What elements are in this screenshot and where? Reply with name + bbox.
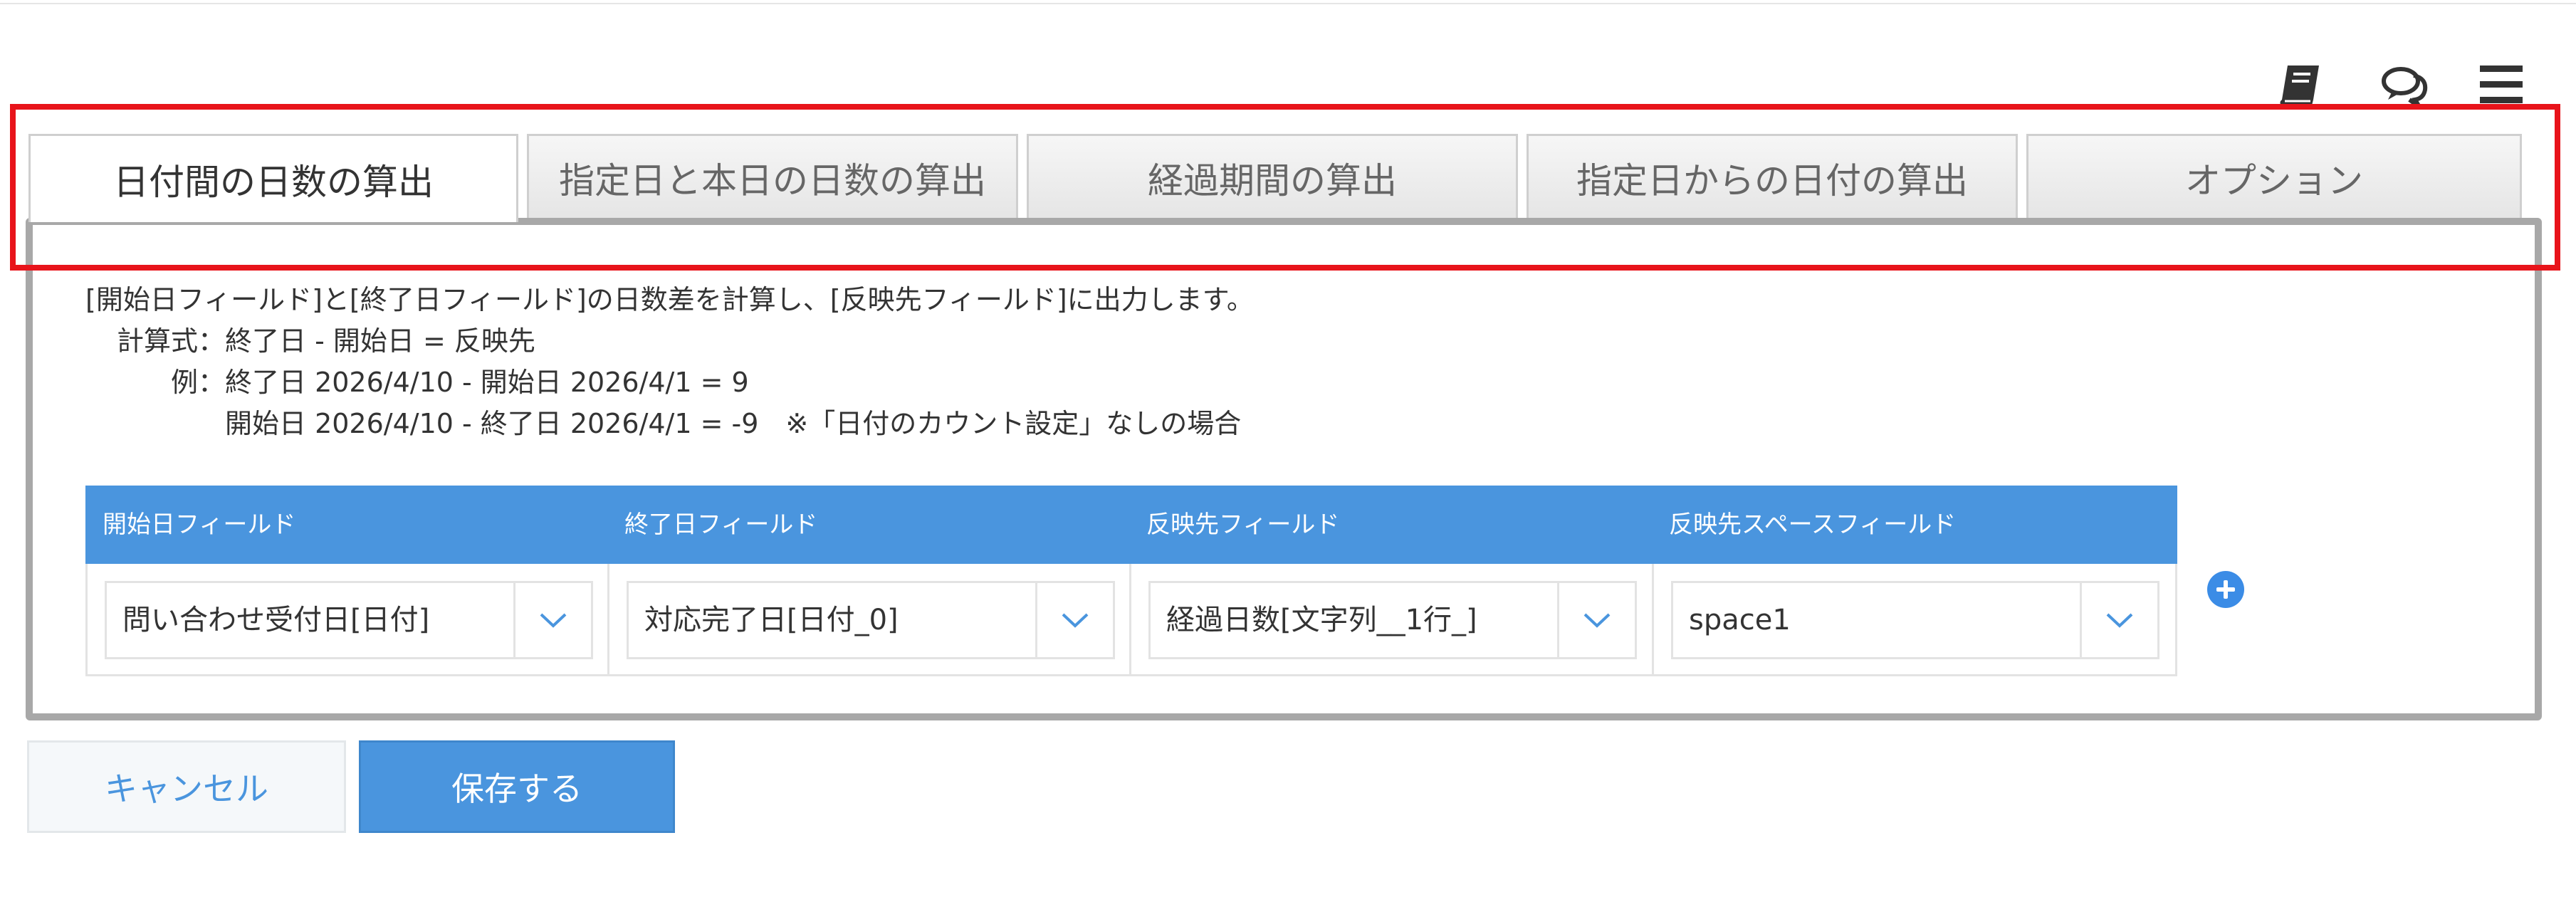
description: [開始日フィールド]と[終了日フィールド]の日数差を計算し、[反映先フィールド]… xyxy=(85,279,1254,444)
example-row-1: 例： 終了日 2026/4/10 - 開始日 2026/4/1 = 9 xyxy=(85,362,1254,403)
table-row: 問い合わせ受付日[日付] 対応完了日[日付_0] 経過日数[文字列__1行_] xyxy=(85,564,2177,676)
cell-target: 経過日数[文字列__1行_] xyxy=(1131,564,1654,674)
chevron-down-icon xyxy=(2106,613,2133,628)
header-target-space-field: 反映先スペースフィールド xyxy=(1669,510,1957,539)
select-divider xyxy=(513,583,515,657)
tab-bar: 日付間の日数の算出 指定日と本日の日数の算出 経過期間の算出 指定日からの日付の… xyxy=(28,134,2539,222)
example-label: 例： xyxy=(170,367,225,398)
tab-date-from-specified-date[interactable]: 指定日からの日付の算出 xyxy=(1527,134,2018,219)
menu-icon[interactable] xyxy=(2476,58,2528,111)
example-row-2: 開始日 2026/4/10 - 終了日 2026/4/1 = -9 ※「日付のカ… xyxy=(85,403,1254,444)
cancel-button[interactable]: キャンセル xyxy=(27,740,346,833)
end-date-field-value: 対応完了日[日付_0] xyxy=(644,604,899,636)
chevron-down-icon xyxy=(1062,613,1089,628)
cell-end-date: 対応完了日[日付_0] xyxy=(609,564,1131,674)
start-date-field-value: 問い合わせ受付日[日付] xyxy=(122,604,430,636)
start-date-field-select[interactable]: 問い合わせ受付日[日付] xyxy=(105,581,593,659)
tab-days-between-dates[interactable]: 日付間の日数の算出 xyxy=(28,134,518,222)
select-divider xyxy=(2080,583,2082,657)
tab-elapsed-period[interactable]: 経過期間の算出 xyxy=(1027,134,1518,219)
chevron-down-icon xyxy=(1583,613,1611,628)
header-start-date-field: 開始日フィールド xyxy=(103,510,296,539)
save-button[interactable]: 保存する xyxy=(359,740,675,833)
target-space-field-select[interactable]: space1 xyxy=(1671,581,2159,659)
tab-options[interactable]: オプション xyxy=(2026,134,2522,219)
formula-text: 終了日 - 開始日 = 反映先 xyxy=(225,325,535,357)
tab-days-between-date-and-today[interactable]: 指定日と本日の日数の算出 xyxy=(527,134,1018,219)
target-space-field-value: space1 xyxy=(1689,604,1791,636)
example-text-2: 開始日 2026/4/10 - 終了日 2026/4/1 = -9 ※「日付のカ… xyxy=(225,408,1242,439)
add-row-icon[interactable] xyxy=(2207,571,2244,608)
example-text-1: 終了日 2026/4/10 - 開始日 2026/4/1 = 9 xyxy=(225,367,749,398)
chat-icon[interactable] xyxy=(2378,58,2431,111)
formula-label: 計算式： xyxy=(116,325,225,357)
table-header: 開始日フィールド 終了日フィールド 反映先フィールド 反映先スペースフィールド xyxy=(85,486,2177,564)
select-divider xyxy=(1557,583,1559,657)
formula-row: 計算式： 終了日 - 開始日 = 反映先 xyxy=(85,320,1254,362)
end-date-field-select[interactable]: 対応完了日[日付_0] xyxy=(627,581,1115,659)
header-toolbar xyxy=(2275,58,2538,111)
header-end-date-field: 終了日フィールド xyxy=(624,510,818,539)
top-rule xyxy=(0,0,2576,4)
description-summary: [開始日フィールド]と[終了日フィールド]の日数差を計算し、[反映先フィールド]… xyxy=(85,284,1254,315)
cell-start-date: 問い合わせ受付日[日付] xyxy=(88,564,609,674)
chevron-down-icon xyxy=(540,613,567,628)
target-field-select[interactable]: 経過日数[文字列__1行_] xyxy=(1148,581,1637,659)
select-divider xyxy=(1035,583,1037,657)
target-field-value: 経過日数[文字列__1行_] xyxy=(1166,604,1477,636)
header-target-field: 反映先フィールド xyxy=(1146,510,1340,539)
cell-target-space: space1 xyxy=(1654,564,2177,674)
book-icon[interactable] xyxy=(2275,58,2328,111)
field-settings-table: 開始日フィールド 終了日フィールド 反映先フィールド 反映先スペースフィールド … xyxy=(85,486,2177,676)
